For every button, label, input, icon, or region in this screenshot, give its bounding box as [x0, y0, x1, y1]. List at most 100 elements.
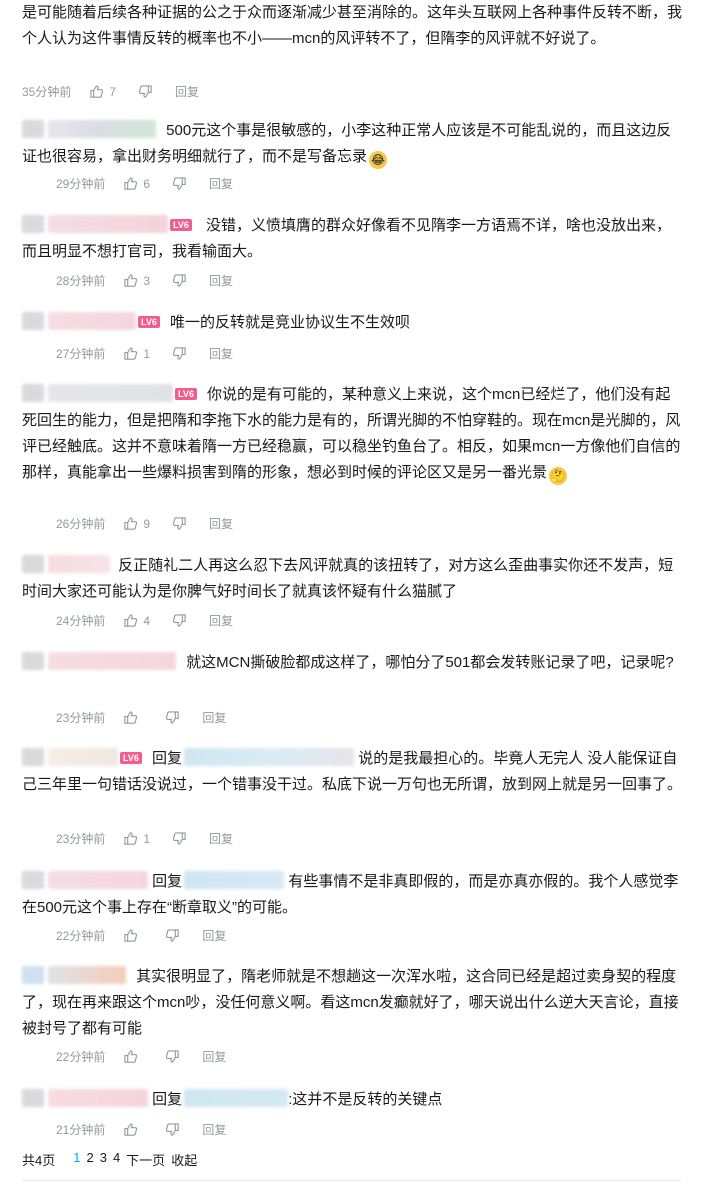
- like-button[interactable]: 4: [123, 613, 150, 628]
- like-button[interactable]: 3: [123, 273, 150, 288]
- reply-item: LV6 你说的是有可能的，某种意义上来说，这个mcn已经烂了，他们没有起死回生的…: [22, 382, 682, 486]
- reply-button[interactable]: 回复: [209, 830, 233, 847]
- dislike-button[interactable]: [165, 1049, 180, 1064]
- reply-button[interactable]: 回复: [202, 709, 226, 726]
- reply-button[interactable]: 回复: [209, 175, 233, 192]
- username[interactable]: [48, 652, 176, 670]
- page-4-link[interactable]: 4: [113, 1150, 120, 1169]
- username[interactable]: [48, 120, 156, 138]
- reply-button[interactable]: 回复: [209, 515, 233, 532]
- pagination: 共4页 1 2 3 4 下一页 收起: [22, 1150, 203, 1169]
- reply-meta: 26分钟前 9 回复: [56, 515, 233, 532]
- reply-time: 26分钟前: [56, 517, 106, 531]
- like-button[interactable]: 6: [123, 176, 150, 191]
- like-button[interactable]: 7: [89, 84, 116, 99]
- dislike-button[interactable]: [165, 928, 180, 943]
- like-button[interactable]: [123, 1122, 143, 1137]
- thumbs-up-icon: [124, 929, 138, 942]
- avatar: [22, 215, 44, 233]
- reply-button[interactable]: 回复: [175, 83, 199, 100]
- reply-meta: 28分钟前 3 回复: [56, 272, 233, 289]
- dislike-button[interactable]: [172, 831, 187, 846]
- dislike-button[interactable]: [138, 84, 153, 99]
- reply-meta: 27分钟前 1 回复: [56, 345, 233, 362]
- like-button[interactable]: 1: [123, 831, 150, 846]
- thumbs-up-icon: [124, 832, 138, 845]
- username[interactable]: [48, 871, 148, 889]
- thumbs-down-icon: [166, 929, 180, 942]
- like-count: 7: [109, 84, 117, 99]
- comment-meta: 35分钟前 7 回复: [22, 83, 199, 100]
- like-count: 9: [143, 516, 151, 531]
- page-1-link[interactable]: 1: [73, 1150, 80, 1169]
- reply-button[interactable]: 回复: [202, 927, 226, 944]
- thumbs-up-icon: [124, 1123, 138, 1136]
- reply-item: LV6 回复 说的是我最担心的。毕竟人无完人 没人能保证自己三年里一句错话没说过…: [22, 746, 682, 798]
- reply-item: 反正随礼二人再这么忍下去风评就真的该扭转了，对方这么歪曲事实你还不发声，短时间大…: [22, 553, 682, 605]
- dislike-button[interactable]: [165, 1122, 180, 1137]
- dislike-button[interactable]: [172, 613, 187, 628]
- thumbs-down-icon: [172, 274, 186, 287]
- thumbs-down-icon: [172, 347, 186, 360]
- reply-time: 22分钟前: [56, 1050, 106, 1064]
- thumbs-up-icon: [124, 1050, 138, 1063]
- username[interactable]: [48, 966, 126, 984]
- mentioned-user[interactable]: [184, 748, 355, 766]
- reply-button[interactable]: 回复: [202, 1121, 226, 1138]
- collapse-link[interactable]: 收起: [171, 1150, 197, 1169]
- reply-text: 反正随礼二人再这么忍下去风评就真的该扭转了，对方这么歪曲事实你还不发声，短时间大…: [22, 557, 674, 600]
- thumbs-down-icon: [172, 614, 186, 627]
- reply-button[interactable]: 回复: [209, 345, 233, 362]
- avatar: [22, 748, 44, 766]
- reply-button[interactable]: 回复: [202, 1048, 226, 1065]
- reply-time: 23分钟前: [56, 711, 106, 725]
- page-total: 共4页: [22, 1153, 56, 1168]
- laugh-emoji-icon: 😂: [369, 151, 388, 169]
- page-3-link[interactable]: 3: [100, 1150, 107, 1169]
- like-count: 6: [143, 176, 151, 191]
- reply-button[interactable]: 回复: [209, 612, 233, 629]
- reply-meta: 23分钟前 回复: [56, 709, 226, 726]
- like-button[interactable]: [123, 928, 143, 943]
- reply-meta: 29分钟前 6 回复: [56, 175, 233, 192]
- like-button[interactable]: [123, 710, 143, 725]
- reply-item: 500元这个事是很敏感的，小李这种正常人应该是不可能乱说的，而且这边反证也很容易…: [22, 118, 682, 170]
- username[interactable]: [48, 1089, 148, 1107]
- reply-time: 21分钟前: [56, 1123, 106, 1137]
- mentioned-user[interactable]: [184, 1089, 289, 1107]
- reply-text: 就这MCN撕破脸都成这样了，哪怕分了501都会发转账记录了吧，记录呢?: [186, 654, 674, 671]
- mentioned-user[interactable]: [184, 871, 285, 889]
- comment-time: 35分钟前: [22, 85, 72, 99]
- dislike-button[interactable]: [172, 176, 187, 191]
- reply-time: 22分钟前: [56, 929, 106, 943]
- comment-text: 是可能随着后续各种证据的公之于众而逐渐减少甚至消除的。这年头互联网上各种事件反转…: [22, 4, 683, 47]
- reply-prefix: 回复: [152, 873, 183, 890]
- thumbs-down-icon: [166, 1123, 180, 1136]
- next-page-link[interactable]: 下一页: [126, 1150, 165, 1169]
- username[interactable]: [48, 748, 118, 766]
- username[interactable]: [48, 384, 173, 402]
- reply-time: 28分钟前: [56, 274, 106, 288]
- avatar: [22, 120, 44, 138]
- avatar: [22, 871, 44, 889]
- page-2-link[interactable]: 2: [86, 1150, 93, 1169]
- avatar: [22, 384, 44, 402]
- reply-meta: 22分钟前 回复: [56, 927, 226, 944]
- like-button[interactable]: [123, 1049, 143, 1064]
- reply-item: 回复 有些事情不是非真即假的，而是亦真亦假的。我个人感觉李在500元这个事上存在…: [22, 869, 682, 921]
- username[interactable]: [48, 312, 136, 330]
- dislike-button[interactable]: [172, 516, 187, 531]
- reply-text: 唯一的反转就是竞业协议生不生效呗: [170, 314, 411, 331]
- dislike-button[interactable]: [165, 710, 180, 725]
- dislike-button[interactable]: [172, 273, 187, 288]
- reply-meta: 21分钟前 回复: [56, 1121, 226, 1138]
- like-button[interactable]: 9: [123, 516, 150, 531]
- thumbs-up-icon: [90, 85, 104, 98]
- username[interactable]: [48, 555, 110, 573]
- dislike-button[interactable]: [172, 346, 187, 361]
- reply-button[interactable]: 回复: [209, 272, 233, 289]
- thumbs-up-icon: [124, 711, 138, 724]
- username[interactable]: [48, 215, 168, 233]
- reply-prefix: 回复: [152, 1091, 183, 1108]
- like-button[interactable]: 1: [123, 346, 150, 361]
